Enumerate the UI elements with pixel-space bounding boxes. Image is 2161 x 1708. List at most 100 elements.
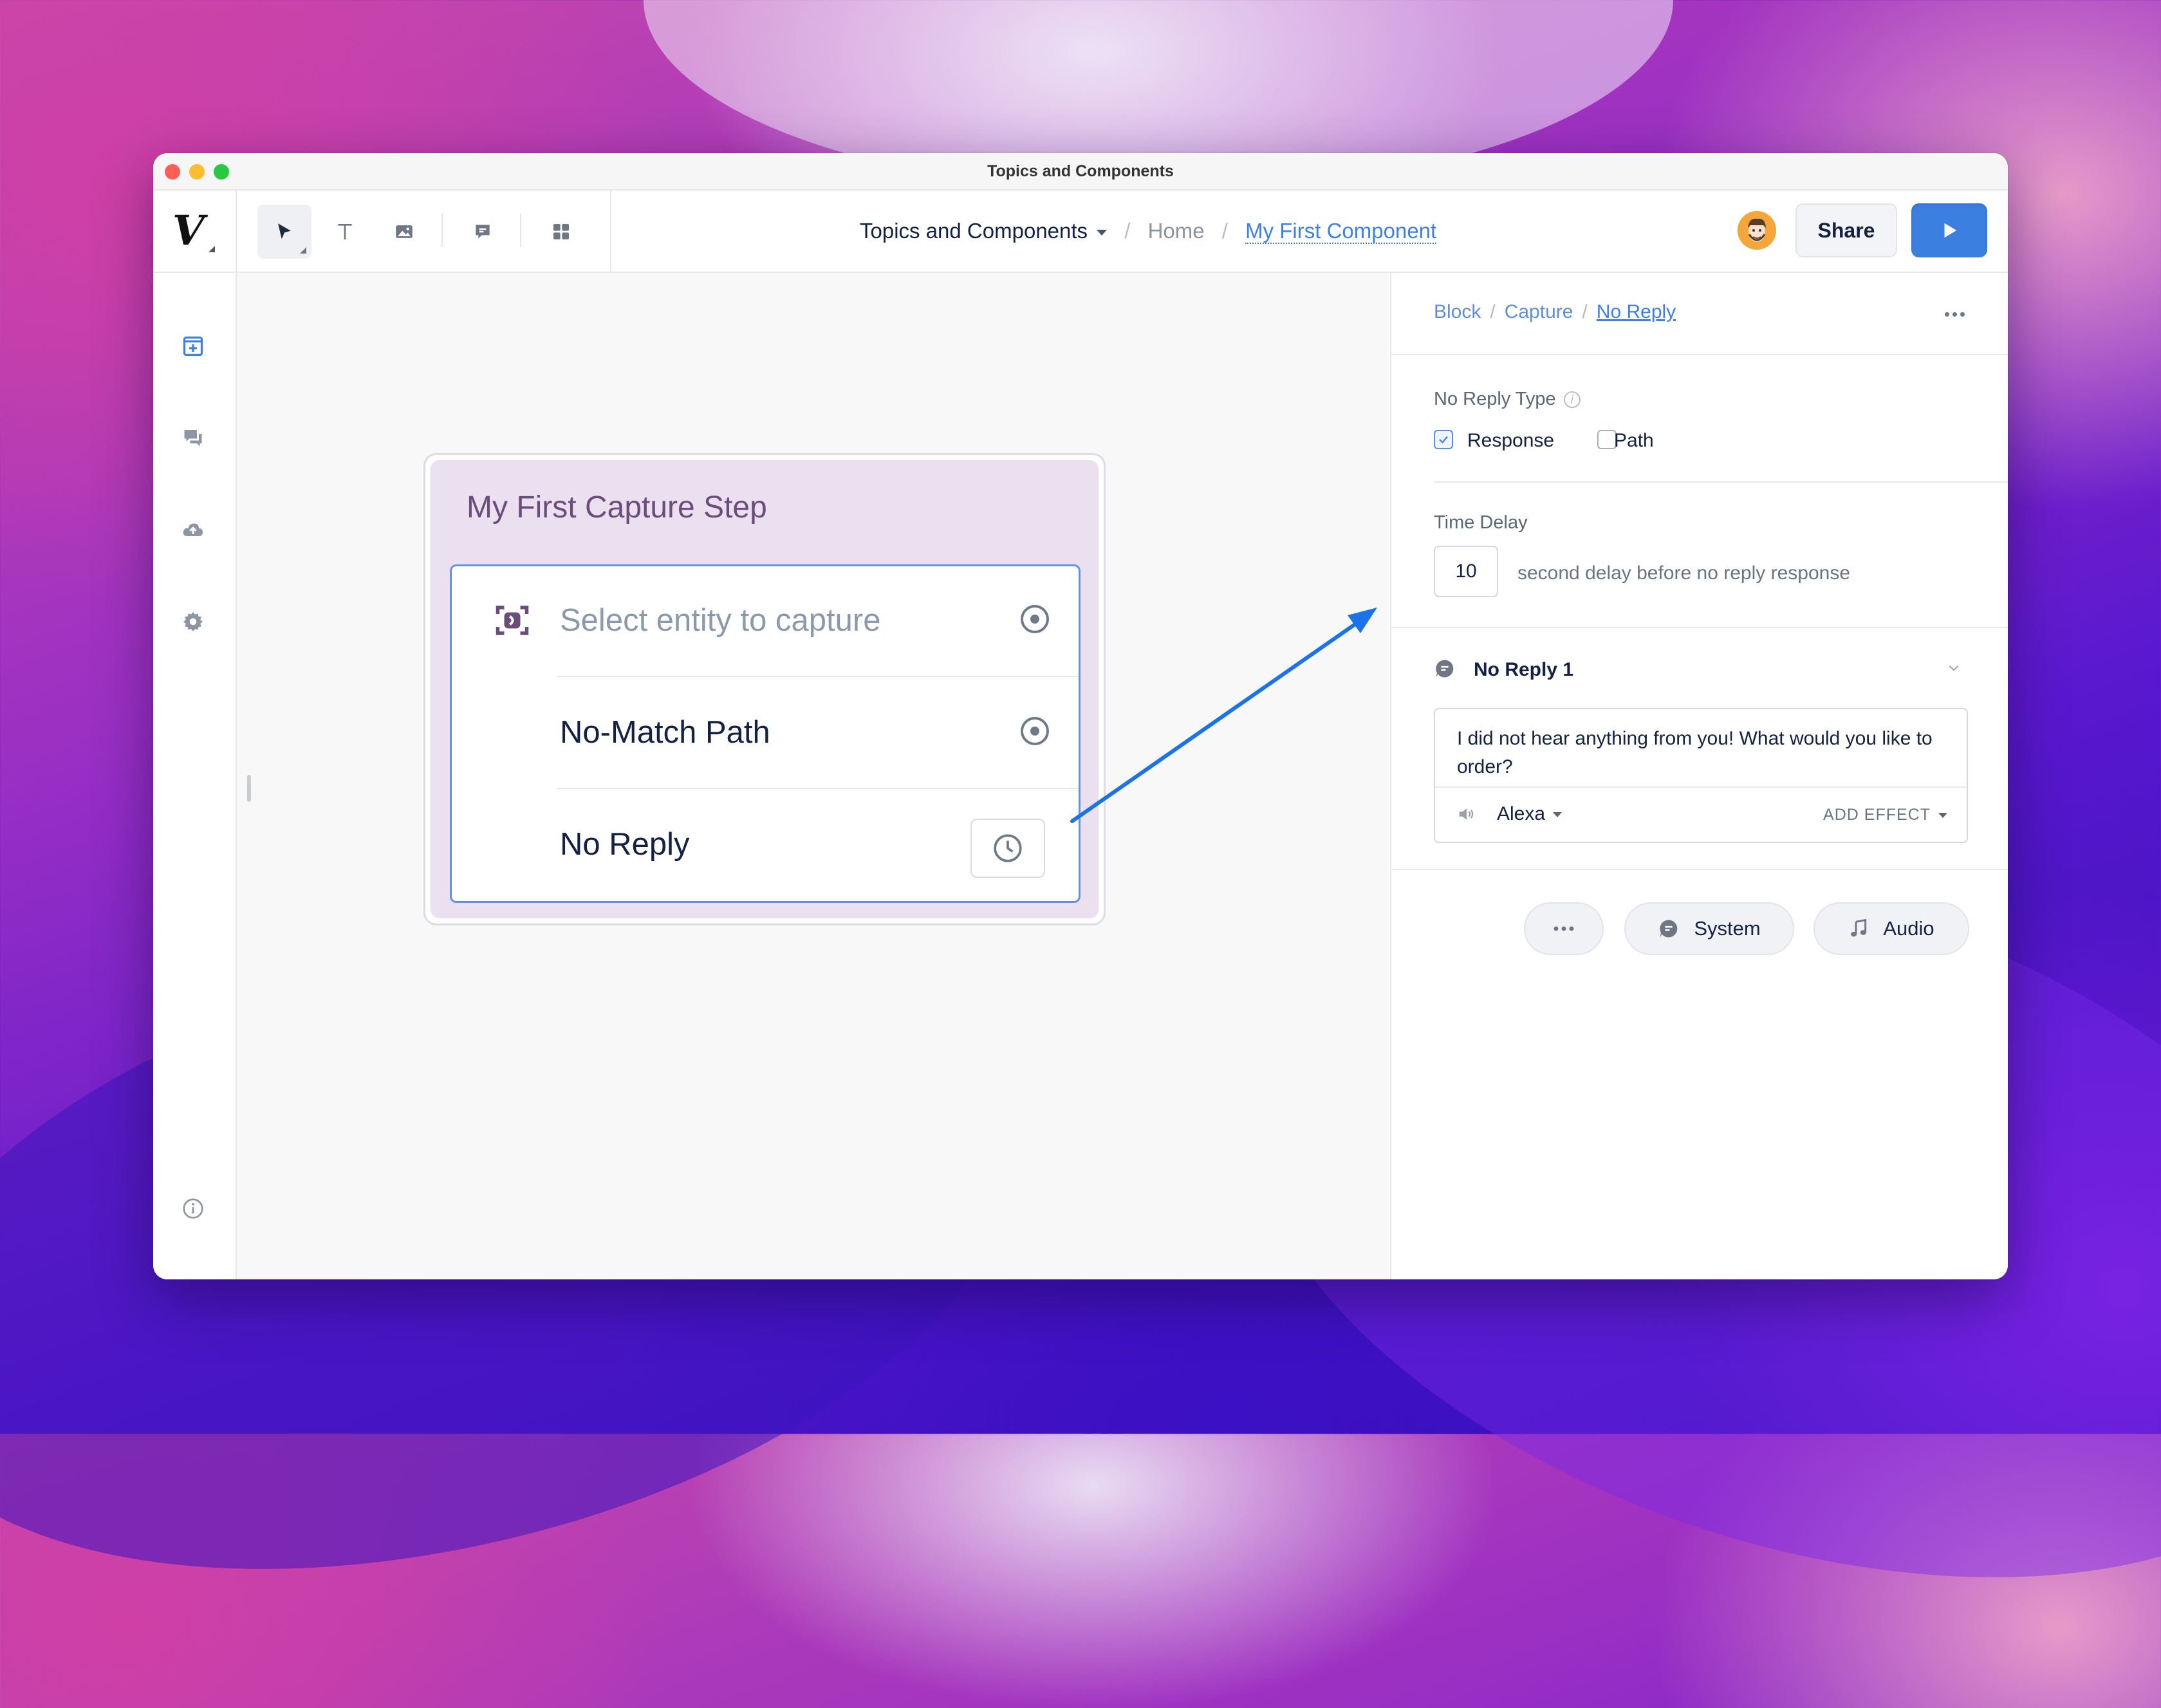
breadcrumb-project[interactable]: Topics and Components	[860, 219, 1088, 243]
no-reply-label: No Reply	[560, 827, 690, 862]
settings-icon	[183, 612, 203, 631]
top-toolbar: V Topics and Components / Home / My Firs…	[153, 190, 2008, 273]
no-reply-timer-button[interactable]	[970, 819, 1045, 878]
no-reply-type-label: No Reply Type	[1434, 389, 1556, 409]
more-steps-button[interactable]	[1524, 902, 1604, 955]
window-title: Topics and Components	[987, 162, 1174, 180]
path-option-label[interactable]: Path	[1614, 430, 1654, 452]
comment-tool-button[interactable]	[456, 205, 510, 259]
reply-editor[interactable]: I did not hear anything from you! What w…	[1434, 708, 1968, 843]
block-title[interactable]: My First Capture Step	[467, 490, 767, 525]
step-row-capture[interactable]: Select entity to capture	[452, 566, 1079, 677]
divider	[610, 190, 611, 272]
avatar[interactable]	[1738, 211, 1776, 250]
capture-entity-select[interactable]: Select entity to capture	[560, 602, 880, 638]
capture-block[interactable]: My First Capture Step Select entity to c…	[423, 453, 1106, 925]
time-delay-input[interactable]: 10	[1434, 546, 1498, 597]
audio-button-label: Audio	[1883, 917, 1934, 940]
capture-block-body: My First Capture Step Select entity to c…	[431, 460, 1099, 918]
publish-button[interactable]	[179, 516, 207, 544]
row-divider	[557, 676, 1079, 677]
audio-button[interactable]: Audio	[1813, 902, 1969, 955]
port-dot	[1030, 615, 1039, 624]
app-window: Topics and Components V Topics and Compo…	[153, 153, 2008, 1279]
divider	[1391, 627, 2008, 628]
breadcrumb-separator: /	[1124, 219, 1131, 243]
panel-breadcrumb: Block / Capture / No Reply	[1434, 301, 1676, 323]
message-icon	[1660, 920, 1678, 938]
logo-menu-indicator	[209, 246, 215, 252]
capture-entity-icon	[496, 606, 529, 635]
breadcrumb-current[interactable]: My First Component	[1245, 219, 1437, 244]
more-options-icon[interactable]	[1938, 301, 1971, 327]
play-icon	[1944, 223, 1957, 238]
add-effect-button[interactable]: ADD EFFECT	[1823, 806, 1947, 824]
breadcrumb-home[interactable]: Home	[1148, 219, 1205, 243]
divider	[1434, 481, 2008, 483]
time-delay-suffix: second delay before no reply response	[1517, 562, 1851, 584]
no-reply-type-heading: No Reply Type	[1434, 389, 1581, 410]
select-tool-button[interactable]	[257, 205, 311, 259]
voice-select[interactable]: Alexa	[1497, 803, 1563, 825]
port-icon[interactable]	[1021, 605, 1049, 633]
share-button[interactable]: Share	[1795, 203, 1897, 257]
divider	[236, 190, 237, 272]
panel-breadcrumb-block[interactable]: Block	[1434, 301, 1481, 322]
message-icon	[1436, 660, 1454, 678]
chat-icon	[184, 430, 202, 447]
system-button-label: System	[1694, 917, 1761, 940]
system-button[interactable]: System	[1624, 902, 1794, 955]
no-match-path-label: No-Match Path	[560, 715, 770, 750]
image-tool-button[interactable]	[377, 205, 431, 259]
components-tool-button[interactable]	[534, 205, 588, 259]
no-reply-title[interactable]: No Reply 1	[1474, 659, 1573, 681]
panel-breadcrumb-capture[interactable]: Capture	[1505, 301, 1573, 322]
run-button[interactable]	[1911, 203, 1987, 257]
divider	[1391, 869, 2008, 870]
time-delay-label: Time Delay	[1434, 512, 1528, 533]
add-block-icon	[183, 336, 203, 357]
text-tool-button[interactable]	[318, 205, 372, 259]
divider	[1391, 354, 2008, 355]
conversations-button[interactable]	[179, 423, 207, 452]
sidebar-resize-handle[interactable]	[247, 775, 251, 802]
chevron-down-icon	[1938, 813, 1947, 819]
breadcrumb-separator: /	[1490, 301, 1496, 322]
user-avatar-icon	[1738, 211, 1776, 250]
toolbar-separator	[520, 214, 521, 247]
row-divider	[557, 788, 1079, 789]
info-icon[interactable]	[1563, 391, 1581, 409]
help-button[interactable]	[179, 1194, 207, 1223]
chevron-down-icon	[1553, 812, 1563, 818]
port-dot	[1030, 727, 1039, 736]
left-sidebar	[153, 273, 237, 1279]
speaker-icon[interactable]	[1456, 804, 1478, 824]
upload-icon	[183, 523, 203, 536]
chevron-down-icon[interactable]	[1097, 229, 1108, 236]
add-block-button[interactable]	[179, 332, 207, 360]
response-option-label[interactable]: Response	[1467, 430, 1554, 452]
capture-step[interactable]: Select entity to capture No-Match Path N…	[450, 564, 1080, 903]
port-icon[interactable]	[1021, 717, 1049, 745]
breadcrumb: Topics and Components / Home / My First …	[860, 219, 1437, 244]
settings-button[interactable]	[179, 608, 207, 636]
voice-label: Alexa	[1497, 803, 1546, 824]
panel-breadcrumb-current[interactable]: No Reply	[1597, 301, 1676, 322]
music-note-icon	[1851, 918, 1867, 937]
chevron-down-icon[interactable]	[1947, 662, 1960, 674]
info-icon	[183, 1198, 203, 1219]
clock-icon	[994, 834, 1022, 862]
reply-text[interactable]: I did not hear anything from you! What w…	[1457, 725, 1947, 781]
comment-icon	[476, 225, 490, 239]
add-effect-label: ADD EFFECT	[1823, 806, 1931, 824]
title-bar: Topics and Components	[153, 153, 2008, 190]
step-row-no-match[interactable]: No-Match Path	[452, 678, 1079, 789]
step-row-no-reply[interactable]: No Reply	[452, 790, 1079, 901]
response-checkbox[interactable]	[1434, 430, 1453, 449]
canvas[interactable]: My First Capture Step Select entity to c…	[237, 273, 1389, 1279]
cursor-icon	[278, 223, 291, 239]
more-icon	[1554, 926, 1574, 931]
checkmark-icon	[1439, 436, 1448, 444]
grid-icon	[553, 224, 569, 239]
toolbar-separator	[441, 214, 443, 247]
